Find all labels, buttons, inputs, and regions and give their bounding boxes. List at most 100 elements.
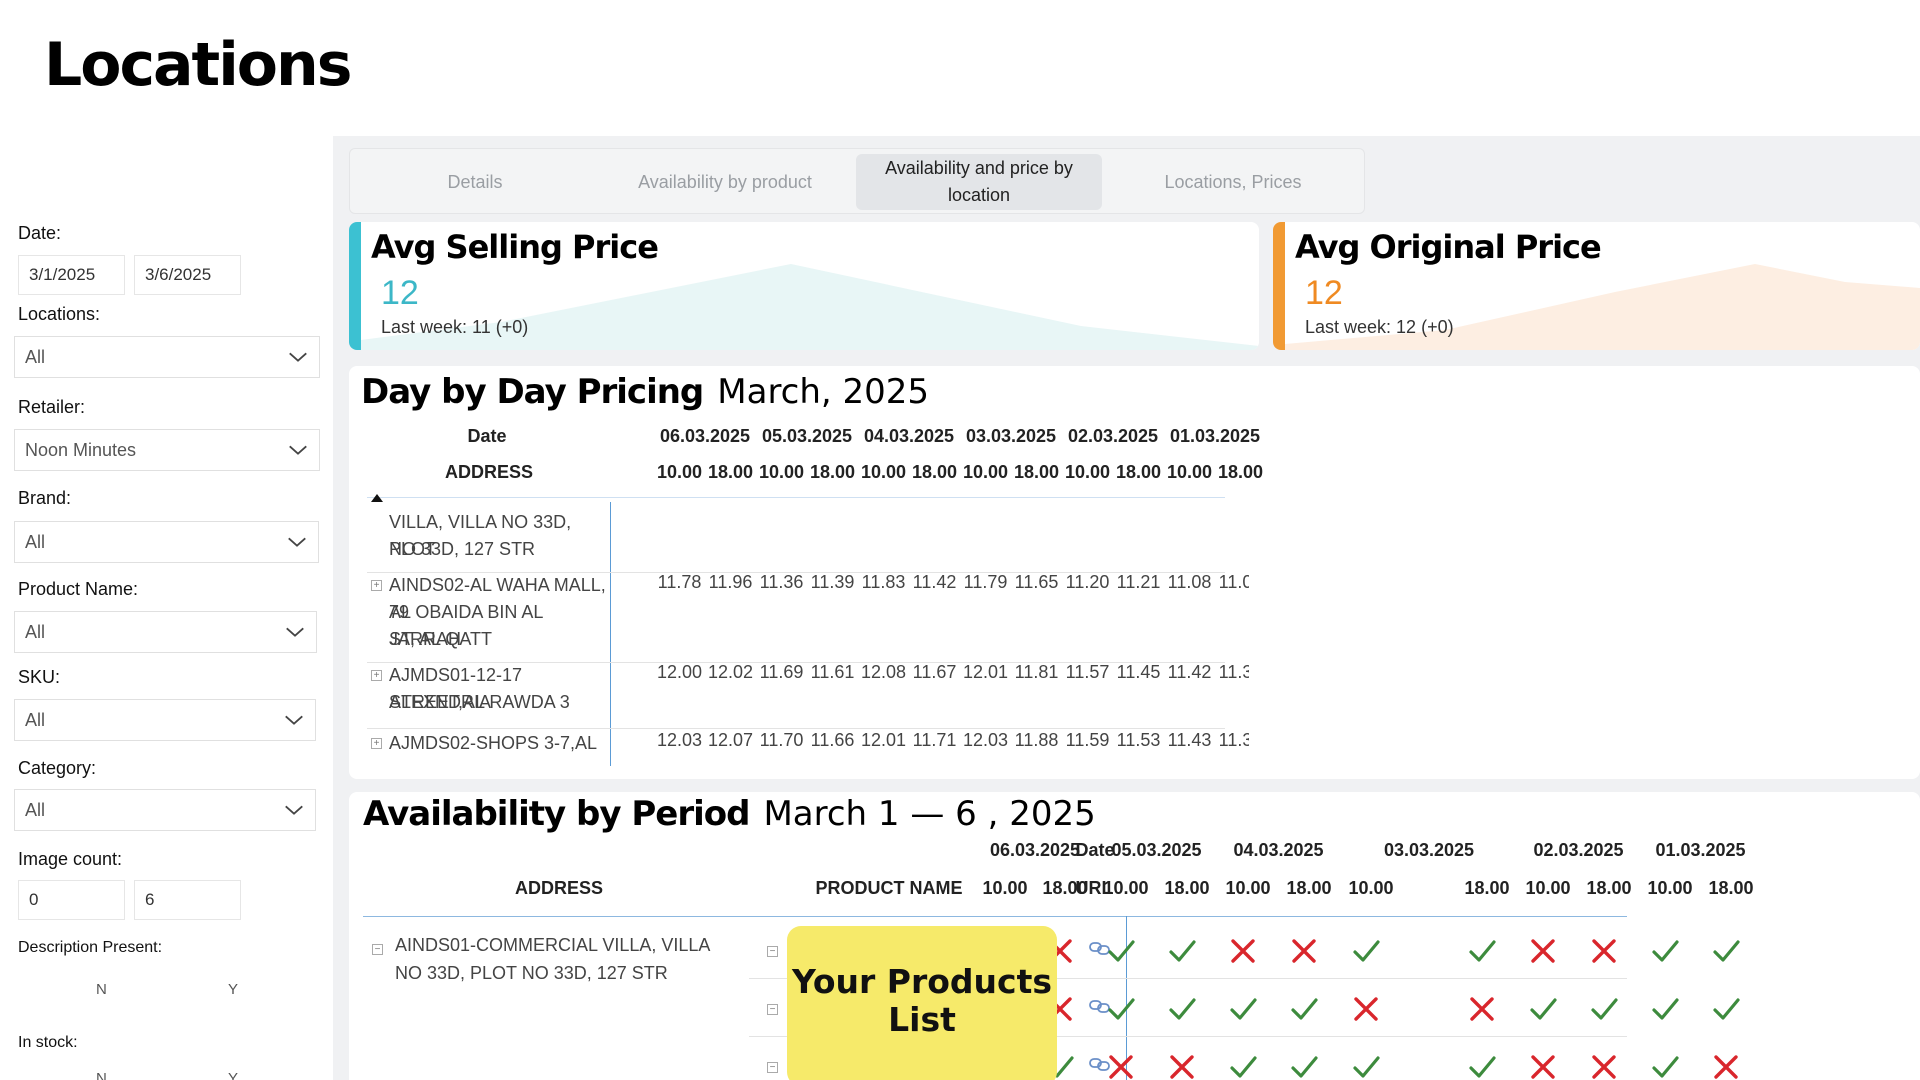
price-cell: 12.07 <box>707 730 754 750</box>
tab-locations-prices[interactable]: Locations, Prices <box>1102 149 1364 215</box>
availability-by-period-card: Availability by Period March 1 — 6 , 2025… <box>349 792 1920 1080</box>
check-icon <box>1652 1056 1679 1078</box>
kpi-last-week: Last week: 12 (+0) <box>1305 317 1454 337</box>
price-cell: 11.88 <box>1014 730 1059 750</box>
chevron-down-icon <box>288 537 306 547</box>
date-column-header[interactable]: 05.03.2025 <box>1102 840 1212 861</box>
price-cell: 11.55 <box>756 502 807 503</box>
time-column-header: 10.00 <box>1647 878 1693 898</box>
price-cell: 11.42 <box>912 572 957 592</box>
report-panel: Details Availability by product Availabi… <box>333 136 1920 1080</box>
kpi-accent-bar <box>349 222 361 350</box>
price-cell: 11.42 <box>1167 662 1212 682</box>
price-cell: 11.70 <box>759 730 804 750</box>
price-cell: 11.65 <box>1014 572 1059 592</box>
description-n-option[interactable]: N <box>96 981 107 998</box>
time-column-header: 18.00 <box>1115 462 1162 482</box>
address-cell: NO 33D, PLOT NO 33D, 127 STR <box>395 963 668 983</box>
time-column-header: 18.00 <box>707 462 754 482</box>
header-divider <box>367 497 1225 498</box>
expand-row-icon[interactable]: + <box>371 670 382 681</box>
date-column-header[interactable]: 06.03.2025 <box>649 426 761 447</box>
sort-ascending-icon[interactable] <box>371 494 383 502</box>
price-cell: 11.08 <box>1167 572 1212 592</box>
check-icon <box>1353 940 1380 962</box>
time-column-header: 10.00 <box>982 878 1028 898</box>
date-column-header[interactable]: 04.03.2025 <box>1224 840 1334 861</box>
day-by-day-pricing-card: Day by Day Pricing March, 2025 Date ADDRES… <box>349 366 1920 779</box>
date-label: Date: <box>18 223 62 243</box>
time-column-header: 18.00 <box>1464 878 1510 898</box>
section-subtitle: March 1 — 6 , 2025 <box>763 794 1096 834</box>
price-cell: 11.35 <box>1062 502 1113 503</box>
category-label: Category: <box>18 758 97 778</box>
tab-availability-by-product[interactable]: Availability by product <box>600 149 850 215</box>
expand-row-icon[interactable]: + <box>371 580 382 591</box>
collapse-row-icon[interactable]: − <box>372 944 383 955</box>
price-cell: 11.21 <box>1116 572 1161 592</box>
date-column-header[interactable]: 03.03.2025 <box>955 426 1067 447</box>
in-stock-y-option[interactable]: Y <box>228 1070 238 1080</box>
price-cell: 11.95 <box>705 502 756 503</box>
time-column-header: 10.00 <box>1103 878 1149 898</box>
kpi-avg-selling-price: Avg Selling Price 12 Last week: 11 (+0) <box>349 222 1259 350</box>
check-icon <box>1169 998 1196 1020</box>
price-cell: 11.26 <box>1164 502 1215 503</box>
sku-dropdown[interactable]: All <box>14 699 316 741</box>
time-column-header: 10.00 <box>1525 878 1571 898</box>
check-icon <box>1108 998 1135 1020</box>
retailer-label: Retailer: <box>18 397 86 417</box>
cross-icon <box>1231 939 1255 963</box>
date-column-header[interactable]: 05.03.2025 <box>751 426 863 447</box>
date-column-header[interactable]: 04.03.2025 <box>853 426 965 447</box>
price-cell: 12.01 <box>860 730 907 750</box>
collapse-product-icon[interactable]: − <box>767 946 778 957</box>
check-icon <box>1469 940 1496 962</box>
price-cell: 11.33 <box>1113 502 1164 503</box>
date-column-header[interactable]: 01.03.2025 <box>1646 840 1756 861</box>
date-column-header[interactable]: 03.03.2025 <box>1374 840 1484 861</box>
price-cell: 11.43 <box>1167 730 1212 750</box>
check-icon <box>1230 1056 1257 1078</box>
retailer-dropdown[interactable]: Noon Minutes <box>14 429 320 471</box>
in-stock-label: In stock: <box>18 1034 78 1051</box>
time-column-header: 10.00 <box>962 462 1009 482</box>
price-cell: 11.59 <box>1065 730 1110 750</box>
address-cell: AINDS01-COMMERCIAL <box>389 502 609 509</box>
product-name-dropdown[interactable]: All <box>14 611 317 653</box>
cross-icon <box>1592 1055 1616 1079</box>
collapse-product-icon[interactable]: − <box>767 1062 778 1073</box>
price-cell: 11.47 <box>807 502 858 503</box>
date-column-header[interactable]: 06.03.2025 <box>980 840 1090 861</box>
tab-availability-price-by-location[interactable]: Availability and price by location <box>856 154 1102 210</box>
retailer-value: Noon Minutes <box>25 439 137 460</box>
date-column-header[interactable]: 01.03.2025 <box>1159 426 1271 447</box>
locations-dropdown[interactable]: All <box>14 336 320 378</box>
chevron-down-icon <box>289 352 307 362</box>
check-icon <box>1108 940 1135 962</box>
date-to-input[interactable]: 3/6/2025 <box>134 255 241 295</box>
date-column-header[interactable]: 02.03.2025 <box>1057 426 1169 447</box>
date-from-input[interactable]: 3/1/2025 <box>18 255 125 295</box>
collapse-product-icon[interactable]: − <box>767 1004 778 1015</box>
image-count-max-input[interactable]: 6 <box>134 880 241 920</box>
price-cell: 11.35 <box>1218 662 1249 682</box>
page-title: Locations <box>44 30 352 100</box>
brand-dropdown[interactable]: All <box>14 521 319 563</box>
category-dropdown[interactable]: All <box>14 789 316 831</box>
check-icon <box>1169 940 1196 962</box>
address-header: ADDRESS <box>444 462 533 482</box>
price-cell: 11.45 <box>1116 662 1161 682</box>
kpi-last-week: Last week: 11 (+0) <box>381 317 529 337</box>
expand-row-icon[interactable]: + <box>371 738 382 749</box>
price-cell: 12.02 <box>707 662 754 682</box>
description-y-option[interactable]: Y <box>228 981 238 998</box>
header-divider <box>363 916 1627 917</box>
price-cell: 11.81 <box>1014 662 1059 682</box>
date-column-header[interactable]: 02.03.2025 <box>1524 840 1634 861</box>
image-count-min-input[interactable]: 0 <box>18 880 125 920</box>
sku-value: All <box>25 709 46 730</box>
tab-details[interactable]: Details <box>350 149 600 215</box>
kpi-value: 12 <box>381 274 419 312</box>
in-stock-n-option[interactable]: N <box>96 1070 107 1080</box>
